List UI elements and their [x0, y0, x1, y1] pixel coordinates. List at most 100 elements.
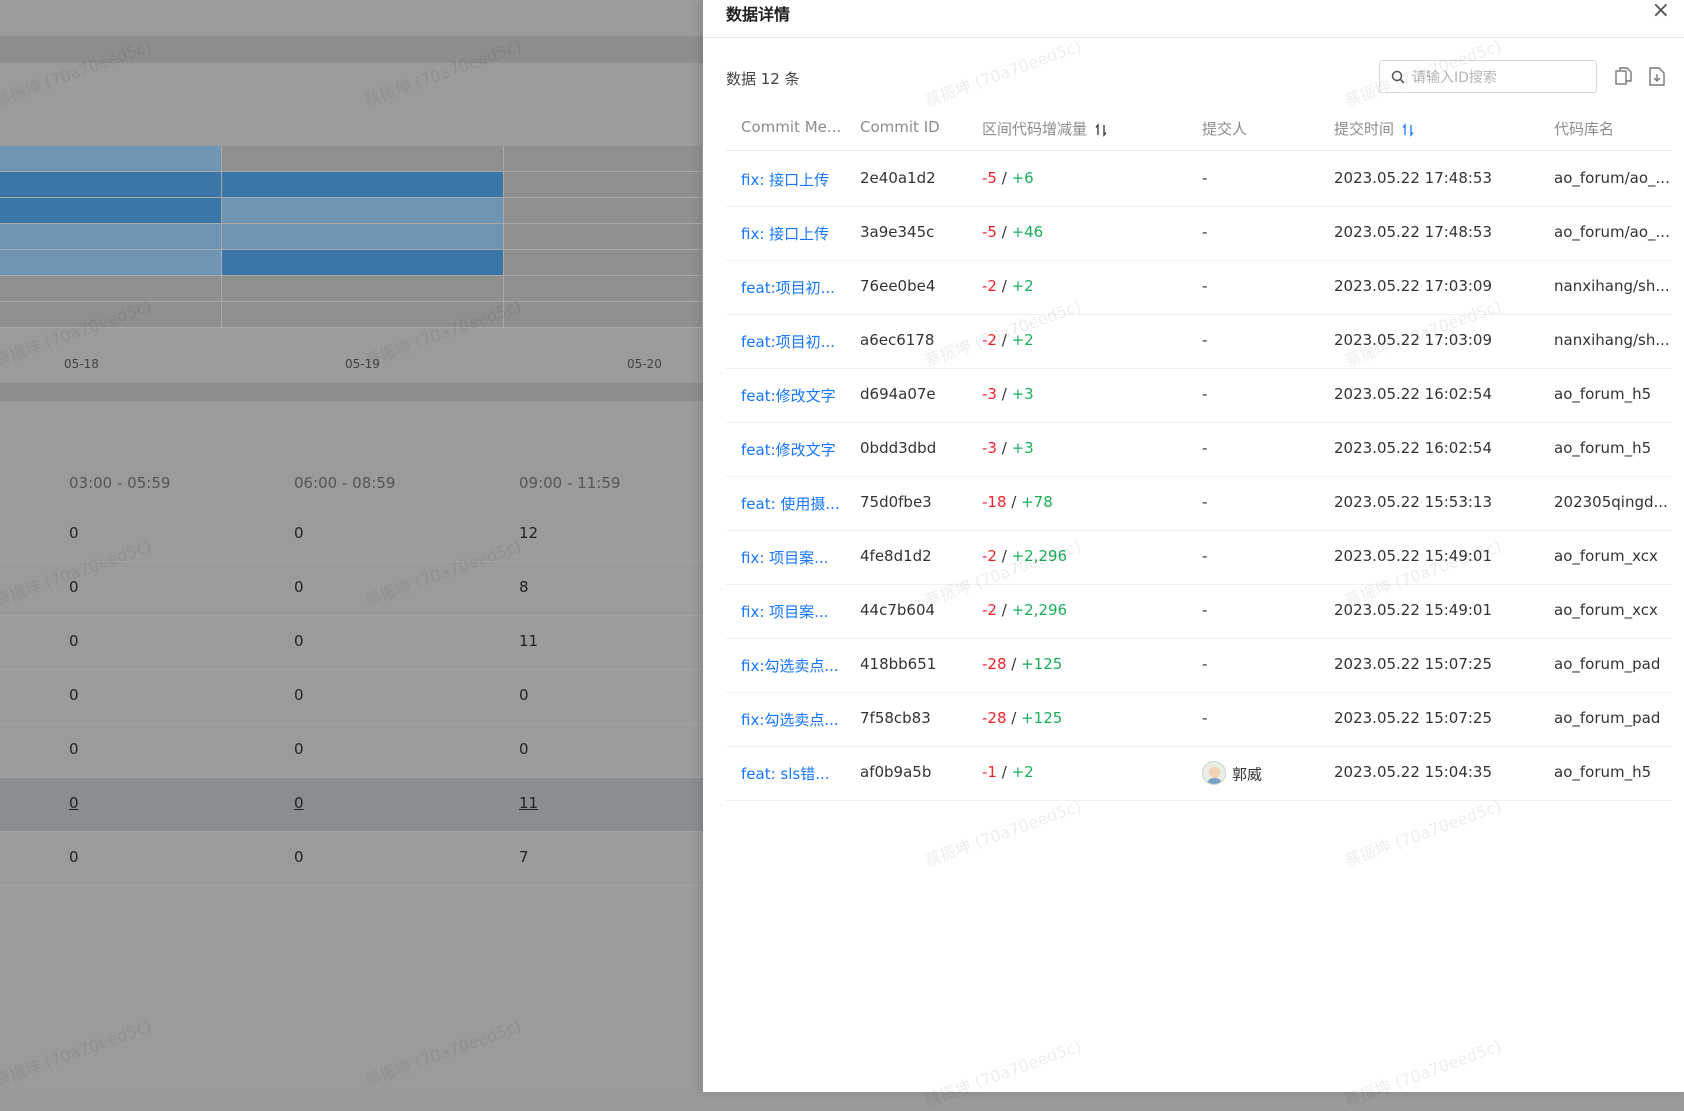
sort-icon[interactable]: [1095, 122, 1107, 137]
copy-icon[interactable]: [1615, 67, 1632, 86]
sort-icon[interactable]: [1402, 122, 1414, 137]
close-button[interactable]: ×: [1652, 0, 1670, 23]
table-cell: 0: [69, 740, 79, 758]
committer: -: [1202, 547, 1207, 565]
table-cell: 0: [69, 632, 79, 650]
heatmap-cell: [0, 250, 222, 275]
table-row: fix: 项目案... 4fe8d1d2 -2 / +2,296 - 2023.05.2…: [726, 531, 1672, 585]
column-header-commit-message[interactable]: Commit Me...: [741, 118, 841, 136]
heatmap-axis-label: 05-19: [345, 357, 380, 371]
lines-added: +2,296: [1011, 547, 1068, 565]
committer-name: -: [1202, 547, 1208, 565]
repo-name: ao_forum_xcx: [1554, 547, 1658, 565]
search-input[interactable]: [1410, 61, 1594, 94]
committer: -: [1202, 493, 1207, 511]
commit-message-link[interactable]: fix: 项目案...: [741, 547, 828, 568]
commit-id: 75d0fbe3: [860, 493, 932, 511]
table-cell: 0: [294, 686, 304, 704]
table-cell: 0: [294, 632, 304, 650]
heatmap-cell: [0, 224, 222, 249]
committer: -: [1202, 709, 1207, 727]
commit-message-link[interactable]: fix: 接口上传: [741, 223, 829, 244]
column-header-code-diff[interactable]: 区间代码增减量: [982, 118, 1107, 139]
commit-message-link[interactable]: feat:项目初...: [741, 331, 835, 352]
lines-added: +125: [1021, 709, 1063, 727]
table-cell: 8: [519, 578, 529, 596]
code-diff: -3 / +3: [982, 439, 1034, 457]
column-header-commit-time[interactable]: 提交时间: [1334, 118, 1414, 139]
committer-name: -: [1202, 709, 1208, 727]
committer-name: 郭威: [1232, 765, 1263, 784]
code-diff: -5 / +6: [982, 169, 1034, 187]
commit-message-link[interactable]: fix:勾选卖点...: [741, 655, 839, 676]
commit-time: 2023.05.22 15:49:01: [1334, 601, 1493, 619]
lines-removed: -2: [982, 547, 997, 565]
commit-id: 7f58cb83: [860, 709, 931, 727]
heatmap-row: [0, 250, 703, 276]
table-cell: 0: [294, 524, 304, 542]
code-diff: -5 / +46: [982, 223, 1044, 241]
heatmap-cell: [0, 276, 222, 301]
commit-time: 2023.05.22 17:48:53: [1334, 169, 1493, 187]
repo-name: ao_forum_h5: [1554, 439, 1652, 457]
lines-removed: -5: [982, 223, 997, 241]
lines-removed: -2: [982, 601, 997, 619]
lines-removed: -18: [982, 493, 1007, 511]
table-row: 0 0 7: [0, 832, 703, 886]
commit-message-link[interactable]: fix: 项目案...: [741, 601, 828, 622]
table-row: fix: 项目案... 44c7b604 -2 / +2,296 - 2023.05.2…: [726, 585, 1672, 639]
commit-message-link[interactable]: feat: sls错...: [741, 763, 830, 784]
commit-id: 2e40a1d2: [860, 169, 936, 187]
lines-added: +78: [1021, 493, 1053, 511]
table-cell: 11: [519, 794, 539, 812]
lines-added: +2,296: [1011, 601, 1068, 619]
column-header-commit-id[interactable]: Commit ID: [860, 118, 940, 136]
background-band: [0, 36, 703, 63]
commit-message-link[interactable]: fix:勾选卖点...: [741, 709, 839, 730]
search-icon: [1391, 70, 1405, 84]
heatmap-cell: [222, 198, 504, 223]
commit-id: d694a07e: [860, 385, 936, 403]
committer: -: [1202, 439, 1207, 457]
divider: [726, 150, 1672, 151]
commit-time: 2023.05.22 17:03:09: [1334, 277, 1493, 295]
heatmap-cell: [0, 172, 222, 197]
commit-id: 76ee0be4: [860, 277, 936, 295]
download-icon[interactable]: [1649, 67, 1665, 86]
commit-time: 2023.05.22 15:07:25: [1334, 709, 1493, 727]
committer-name: -: [1202, 277, 1208, 295]
lines-added: +125: [1021, 655, 1063, 673]
table-row: 0 0 8: [0, 562, 703, 616]
heatmap-cell: [222, 302, 504, 327]
repo-name: ao_forum/ao_...: [1554, 169, 1670, 187]
table-row: fix: 接口上传 2e40a1d2 -5 / +6 - 2023.05.22 17:4…: [726, 153, 1672, 207]
commit-message-link[interactable]: feat:修改文字: [741, 439, 836, 460]
commit-message-link[interactable]: fix: 接口上传: [741, 169, 829, 190]
lines-added: +6: [1011, 169, 1034, 187]
repo-name: ao_forum_xcx: [1554, 601, 1658, 619]
commit-message-link[interactable]: feat:修改文字: [741, 385, 836, 406]
committer-name: -: [1202, 331, 1208, 349]
column-header-committer[interactable]: 提交人: [1202, 118, 1247, 139]
commit-message-link[interactable]: feat: 使用摄...: [741, 493, 840, 514]
commit-time: 2023.05.22 16:02:54: [1334, 385, 1493, 403]
table-row: 0 0 0: [0, 670, 703, 724]
repo-name: ao_forum_pad: [1554, 655, 1661, 673]
code-diff: -28 / +125: [982, 709, 1063, 727]
table-row: feat: 使用摄... 75d0fbe3 -18 / +78 - 2023.05.22…: [726, 477, 1672, 531]
commit-id: a6ec6178: [860, 331, 935, 349]
code-diff: -2 / +2: [982, 277, 1034, 295]
committer: -: [1202, 601, 1207, 619]
commit-message-link[interactable]: feat:项目初...: [741, 277, 835, 298]
commit-heatmap: [0, 146, 703, 328]
heatmap-row: [0, 172, 703, 198]
column-header-repo[interactable]: 代码库名: [1554, 118, 1614, 139]
table-cell: 0: [69, 794, 79, 812]
heatmap-cell: [504, 250, 703, 275]
table-cell: 11: [519, 632, 539, 650]
code-diff: -18 / +78: [982, 493, 1053, 511]
repo-name: ao_forum_h5: [1554, 385, 1652, 403]
table-row: 0 0 0: [0, 724, 703, 778]
search-box[interactable]: [1379, 60, 1597, 94]
table-row: feat:修改文字 d694a07e -3 / +3 - 2023.05.22 16:0…: [726, 369, 1672, 423]
